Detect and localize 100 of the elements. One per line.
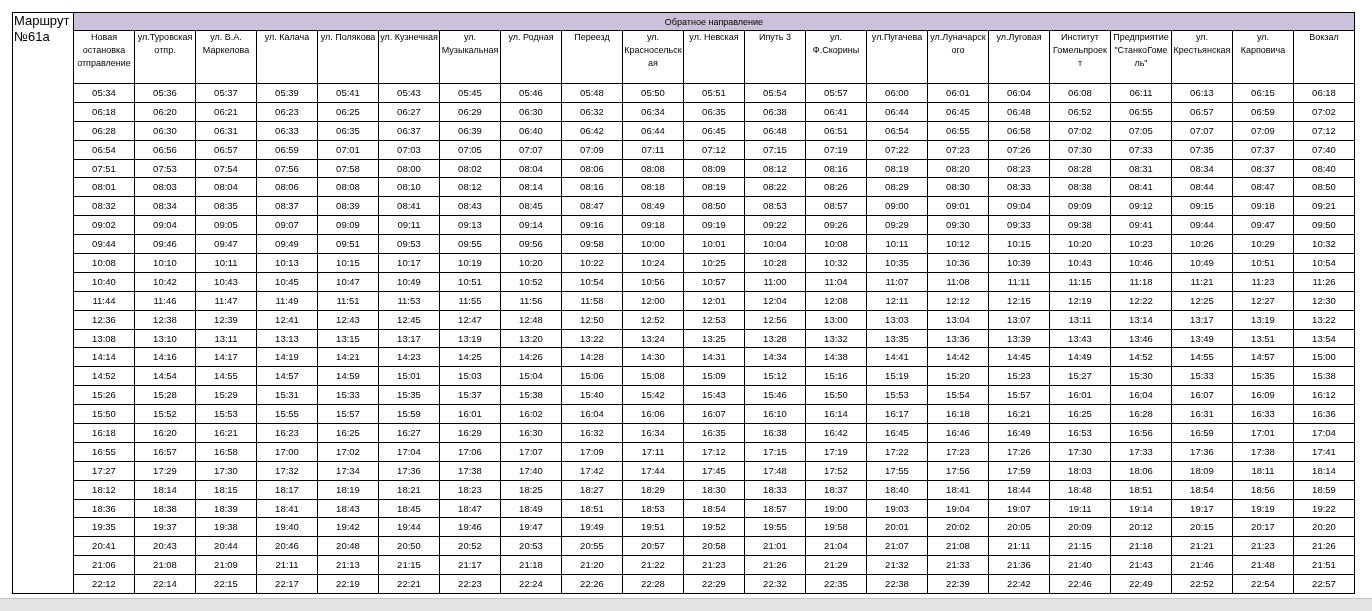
table-cell: 10:00 [622,234,684,254]
table-cell: 08:06 [256,177,318,197]
table-cell: 16:28 [1110,404,1172,424]
table-cell: 20:50 [378,536,440,556]
table-cell: 06:54 [73,140,135,160]
table-cell: 08:22 [744,177,806,197]
table-cell: 18:36 [73,499,135,518]
table-cell: 10:26 [1171,234,1233,254]
table-cell: 15:42 [622,385,684,405]
table-cell: 16:18 [73,423,135,443]
table-cell: 14:23 [378,347,440,367]
table-cell: 16:38 [744,423,806,443]
table-cell: 06:57 [1171,102,1233,122]
table-cell: 05:43 [378,83,440,103]
column-header: ул. Полякова [317,30,379,84]
table-cell: 13:19 [1232,310,1294,330]
table-cell: 18:39 [195,499,257,518]
table-cell: 10:19 [439,253,501,273]
table-cell: 13:49 [1171,329,1233,348]
table-cell: 10:49 [378,272,440,292]
table-cell: 17:07 [500,442,562,462]
table-cell: 15:59 [378,404,440,424]
table-cell: 11:07 [866,272,928,292]
table-cell: 08:34 [1171,159,1233,178]
table-cell: 15:46 [744,385,806,405]
table-cell: 16:12 [1293,385,1355,405]
table-cell: 18:47 [439,499,501,518]
table-cell: 09:55 [439,234,501,254]
table-cell: 11:00 [744,272,806,292]
table-cell: 20:41 [73,536,135,556]
table-cell: 21:20 [561,555,623,575]
table-cell: 06:55 [927,121,989,141]
table-cell: 05:36 [134,83,196,103]
table-cell: 20:01 [866,518,928,537]
table-cell: 17:36 [1171,442,1233,462]
table-cell: 12:25 [1171,291,1233,311]
table-cell: 13:25 [683,329,745,348]
table-cell: 10:57 [683,272,745,292]
table-cell: 14:16 [134,347,196,367]
table-cell: 21:43 [1110,555,1172,575]
table-cell: 21:36 [988,555,1050,575]
table-cell: 15:50 [805,385,867,405]
table-cell: 14:19 [256,347,318,367]
table-cell: 08:43 [439,196,501,216]
table-cell: 17:33 [1110,442,1172,462]
table-cell: 19:47 [500,518,562,537]
table-cell: 09:16 [561,215,623,235]
table-cell: 07:51 [73,159,135,178]
table-cell: 07:02 [1293,102,1355,122]
table-cell: 12:43 [317,310,379,330]
table-cell: 21:23 [683,555,745,575]
table-cell: 16:04 [561,404,623,424]
table-cell: 20:05 [988,518,1050,537]
table-cell: 18:41 [927,480,989,500]
table-cell: 09:09 [1049,196,1111,216]
table-cell: 22:28 [622,574,684,594]
column-header: ул. Невская [683,30,745,84]
table-cell: 16:21 [988,404,1050,424]
table-cell: 12:41 [256,310,318,330]
table-cell: 08:04 [500,159,562,178]
column-header: ул. Красносельская [622,30,684,84]
table-cell: 16:01 [439,404,501,424]
table-cell: 15:26 [73,385,135,405]
table-cell: 22:39 [927,574,989,594]
table-cell: 20:20 [1293,518,1355,537]
table-cell: 09:09 [317,215,379,235]
column-header: ул.Пугачева [866,30,928,84]
table-cell: 17:32 [256,461,318,481]
table-cell: 07:05 [439,140,501,160]
table-cell: 16:30 [500,423,562,443]
table-cell: 15:27 [1049,366,1111,386]
table-cell: 07:03 [378,140,440,160]
table-cell: 18:44 [988,480,1050,500]
table-cell: 07:30 [1049,140,1111,160]
table-cell: 22:42 [988,574,1050,594]
table-cell: 13:07 [988,310,1050,330]
table-cell: 10:49 [1171,253,1233,273]
table-cell: 15:57 [988,385,1050,405]
table-cell: 16:42 [805,423,867,443]
table-cell: 16:29 [439,423,501,443]
table-cell: 14:57 [1232,347,1294,367]
table-cell: 08:35 [195,196,257,216]
table-cell: 17:42 [561,461,623,481]
table-cell: 09:13 [439,215,501,235]
table-cell: 07:58 [317,159,379,178]
table-cell: 20:53 [500,536,562,556]
table-cell: 21:46 [1171,555,1233,575]
table-cell: 09:47 [1232,215,1294,235]
table-cell: 15:53 [866,385,928,405]
table-cell: 20:46 [256,536,318,556]
table-cell: 10:15 [317,253,379,273]
table-cell: 14:26 [500,347,562,367]
table-cell: 21:29 [805,555,867,575]
table-cell: 13:35 [866,329,928,348]
table-cell: 08:08 [317,177,379,197]
table-cell: 08:37 [1232,159,1294,178]
table-cell: 14:38 [805,347,867,367]
table-cell: 12:50 [561,310,623,330]
table-cell: 13:11 [195,329,257,348]
table-cell: 16:09 [1232,385,1294,405]
